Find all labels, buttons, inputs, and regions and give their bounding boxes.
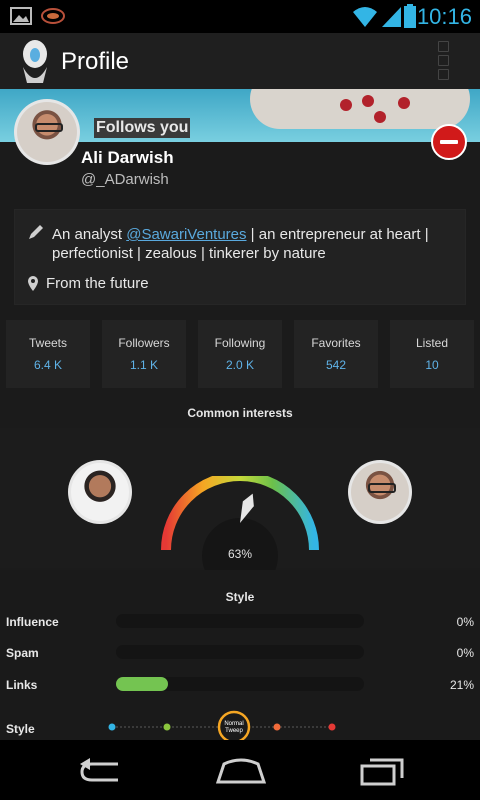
links-bar-fill — [116, 677, 169, 691]
gauge-percent: 63% — [228, 547, 252, 561]
links-bar — [116, 677, 364, 691]
wifi-icon — [353, 7, 377, 27]
slider-tick-4 — [273, 723, 281, 731]
spam-bar — [116, 645, 364, 659]
overflow-menu-icon[interactable] — [438, 41, 452, 81]
page-title: Profile — [61, 48, 130, 75]
common-interests-title: Common interests — [187, 406, 293, 420]
stat-value: 6.4 K — [33, 358, 63, 372]
spam-percent: 0% — [456, 646, 474, 660]
influence-label: Influence — [6, 615, 59, 629]
interest-gauge: 63% — [161, 476, 319, 576]
recent-apps-icon[interactable] — [360, 756, 404, 786]
stat-value: 1.1 K — [129, 358, 159, 372]
follows-you-badge: Follows you — [94, 118, 191, 138]
signal-icon — [382, 7, 401, 27]
links-percent: 21% — [449, 678, 474, 692]
navigation-bar — [0, 740, 480, 800]
slider-tick-1 — [108, 723, 116, 731]
stat-value: 542 — [325, 358, 347, 372]
unfollow-button[interactable] — [431, 124, 467, 160]
slider-tick-2 — [163, 723, 171, 731]
stat-label: Following — [214, 336, 266, 350]
slider-knob[interactable] — [217, 710, 251, 744]
slider-value-line1: Normal — [224, 721, 243, 727]
stat-following[interactable]: Following 2.0 K — [198, 320, 282, 388]
stat-value: 10 — [425, 358, 439, 372]
stat-label: Listed — [415, 336, 449, 350]
user-name: Ali Darwish — [81, 148, 174, 167]
clock: 10:16 — [416, 4, 472, 29]
back-icon[interactable] — [78, 758, 122, 784]
bio-card: An analyst @SawariVentures | an entrepre… — [15, 210, 465, 304]
battery-icon — [404, 4, 416, 28]
pencil-icon — [29, 225, 43, 239]
home-icon[interactable] — [216, 758, 266, 784]
their-avatar — [348, 460, 412, 524]
style-title: Style — [225, 590, 255, 604]
stat-followers[interactable]: Followers 1.1 K — [102, 320, 186, 388]
my-avatar — [68, 460, 132, 524]
stat-tweets[interactable]: Tweets 6.4 K — [6, 320, 90, 388]
stat-label: Tweets — [28, 336, 67, 350]
location-pin-icon — [28, 276, 38, 291]
bio-text: An analyst @SawariVentures | an entrepre… — [52, 226, 429, 262]
stat-label: Followers — [118, 336, 170, 350]
app-logo-icon[interactable] — [18, 39, 52, 85]
slider-tick-5 — [328, 723, 336, 731]
stat-label: Favorites — [311, 336, 361, 350]
stat-value: 2.0 K — [225, 358, 255, 372]
action-bar: Profile — [0, 33, 480, 89]
user-avatar[interactable] — [14, 99, 80, 165]
stat-listed[interactable]: Listed 10 — [390, 320, 474, 388]
spam-label: Spam — [6, 646, 39, 660]
location-text: From the future — [46, 275, 149, 292]
style-slider-label: Style — [6, 722, 35, 736]
app-notification-icon — [41, 8, 65, 24]
influence-percent: 0% — [456, 615, 474, 629]
links-label: Links — [6, 678, 38, 692]
stat-favorites[interactable]: Favorites 542 — [294, 320, 378, 388]
style-slider: Normal Tweep — [108, 710, 336, 744]
user-handle: @_ADarwish — [81, 171, 169, 188]
slider-value-line2: Tweep — [225, 728, 243, 734]
status-bar: 10:16 — [0, 0, 480, 33]
bio-mention-link[interactable]: @SawariVentures — [126, 226, 246, 243]
influence-bar — [116, 614, 364, 628]
gallery-notification-icon — [10, 7, 32, 25]
